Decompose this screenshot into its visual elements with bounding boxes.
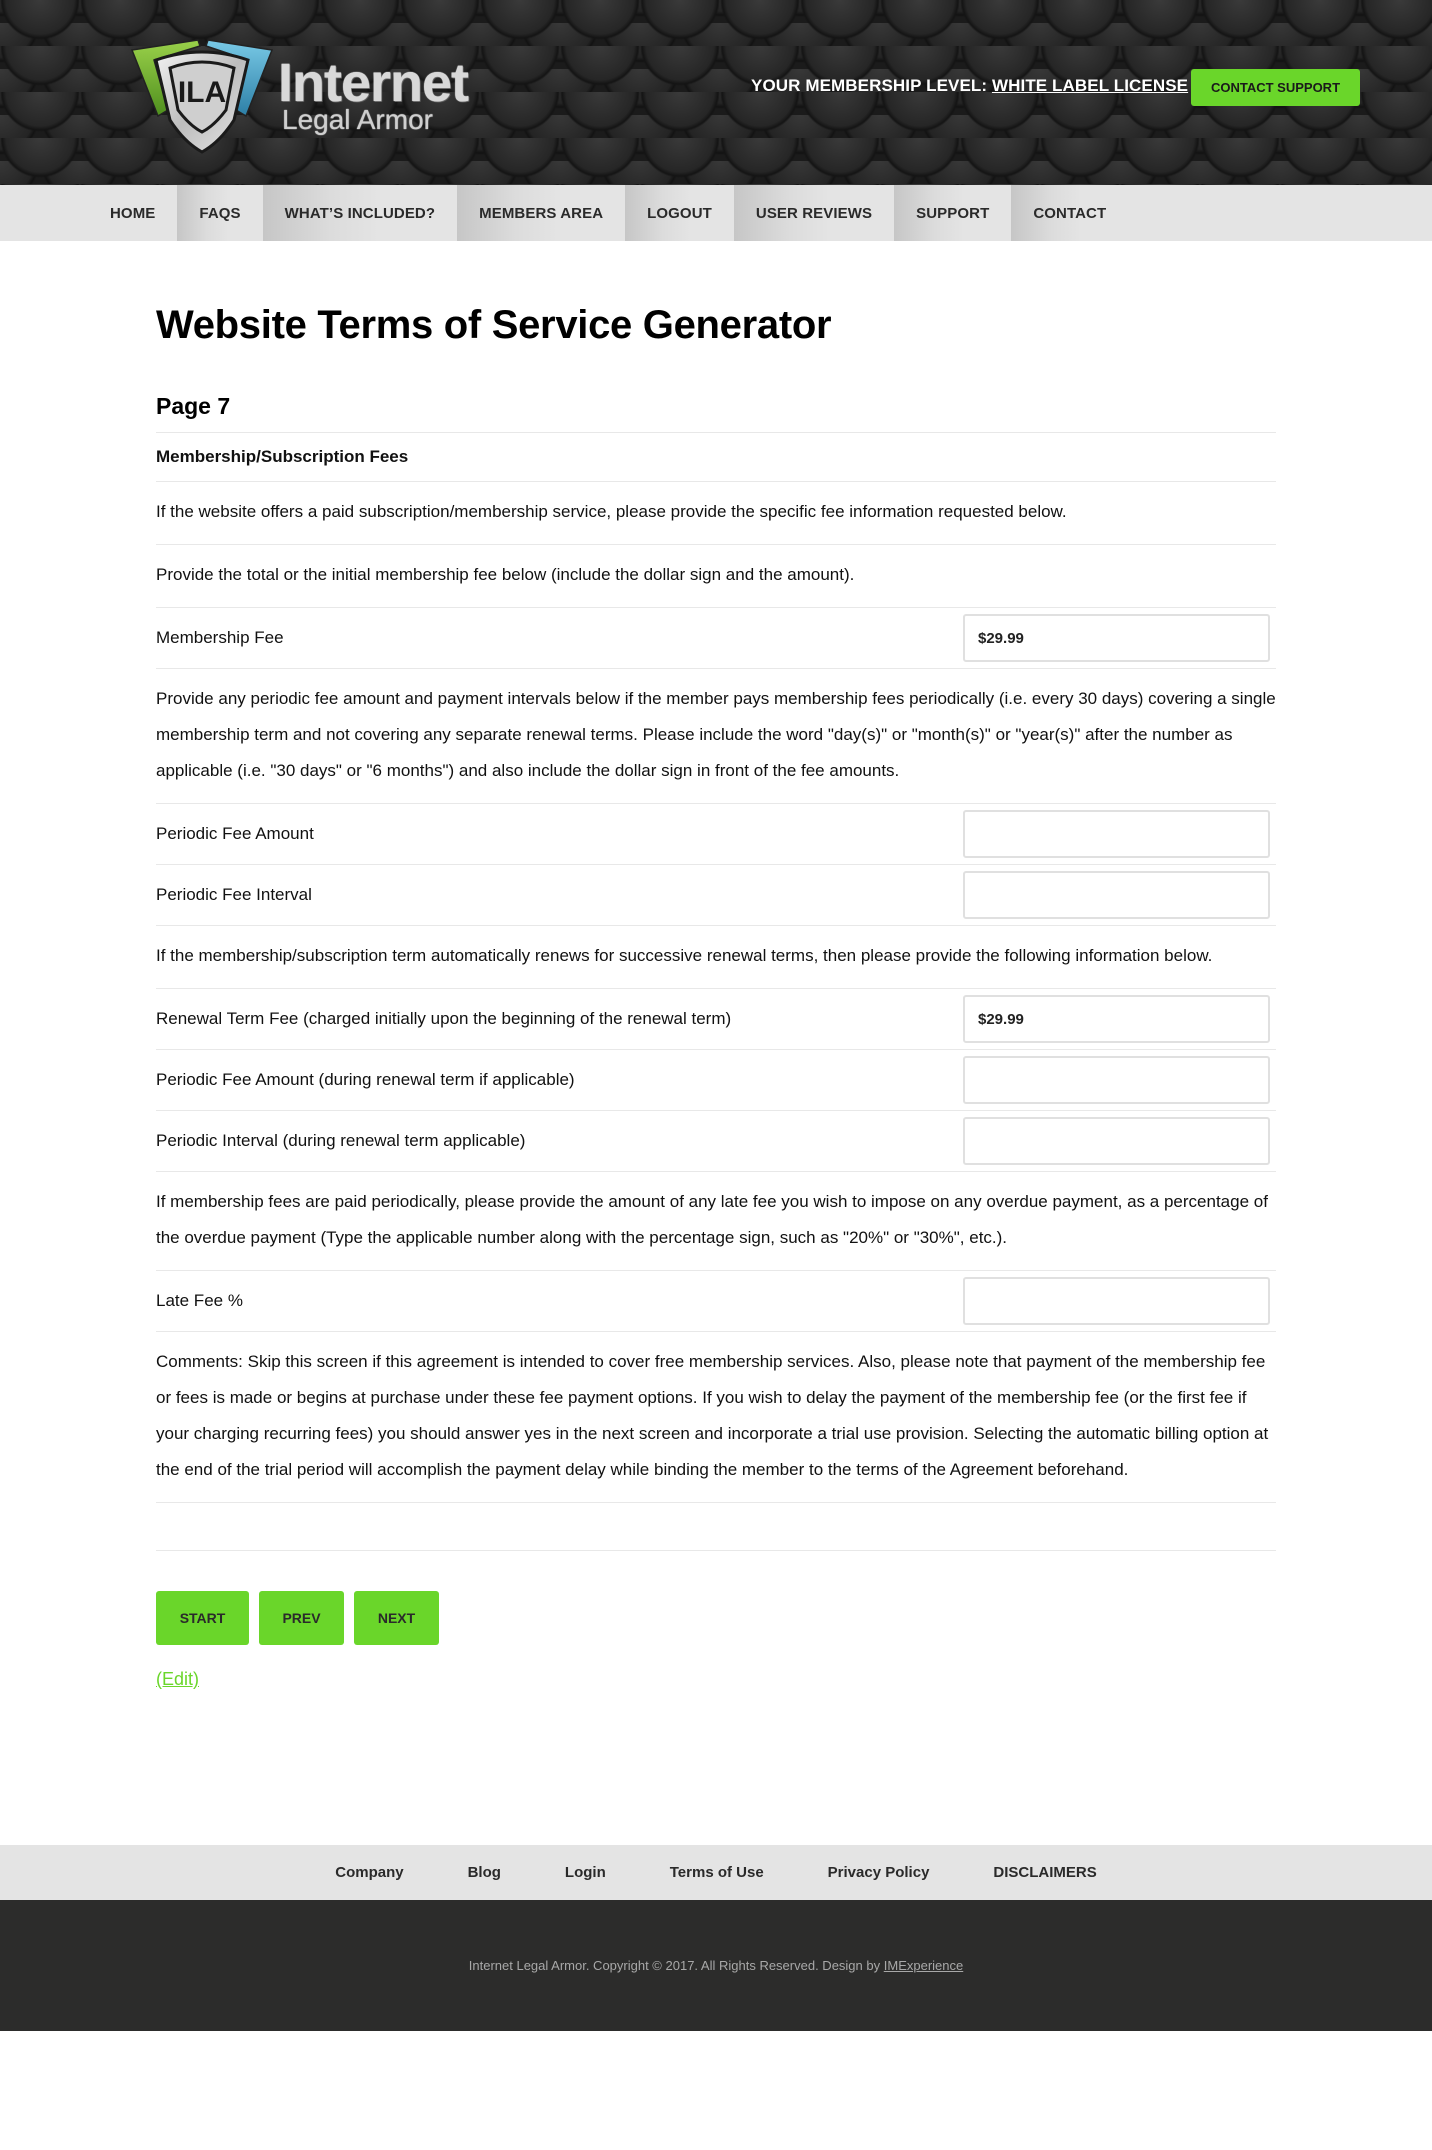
renewal-periodic-interval-input[interactable]	[963, 1117, 1270, 1165]
page-title: Website Terms of Service Generator	[156, 303, 832, 347]
membership-level: YOUR MEMBERSHIP LEVEL: WHITE LABEL LICEN…	[751, 76, 1188, 96]
renewal-term-fee-input[interactable]	[963, 995, 1270, 1043]
periodic-fee-amount-input[interactable]	[963, 810, 1270, 858]
nav-item-support[interactable]: SUPPORT	[894, 185, 1012, 241]
membership-level-link[interactable]: WHITE LABEL LICENSE	[992, 76, 1188, 95]
nav-item-whats-included[interactable]: WHAT’S INCLUDED?	[262, 185, 458, 241]
shield-logo-icon: ILA	[130, 39, 274, 154]
late-fee-input[interactable]	[963, 1277, 1270, 1325]
next-button[interactable]: NEXT	[354, 1591, 439, 1645]
renewal-term-fee-row: Renewal Term Fee (charged initially upon…	[156, 989, 1276, 1050]
page-number: Page 7	[156, 393, 1276, 433]
section-title: Membership/Subscription Fees	[156, 433, 1276, 482]
periodic-fee-amount-row: Periodic Fee Amount	[156, 804, 1276, 865]
footer-link-login[interactable]: Login	[533, 1864, 638, 1881]
membership-level-prefix: YOUR MEMBERSHIP LEVEL:	[751, 76, 988, 95]
nav-item-logout[interactable]: LOGOUT	[625, 185, 734, 241]
nav-item-home[interactable]: HOME	[88, 185, 178, 241]
late-fee-row: Late Fee %	[156, 1271, 1276, 1332]
prev-button[interactable]: PREV	[259, 1591, 344, 1645]
late-fee-instructions: If membership fees are paid periodically…	[156, 1172, 1276, 1271]
edit-link[interactable]: (Edit)	[156, 1669, 199, 1690]
footer-link-disclaimers[interactable]: DISCLAIMERS	[961, 1864, 1128, 1881]
periodic-fee-interval-input[interactable]	[963, 871, 1270, 919]
periodic-fee-amount-label: Periodic Fee Amount	[156, 824, 314, 843]
initial-fee-instructions: Provide the total or the initial members…	[156, 545, 1276, 608]
designer-link[interactable]: IMExperience	[884, 1958, 963, 1973]
renewal-periodic-fee-amount-row: Periodic Fee Amount (during renewal term…	[156, 1050, 1276, 1111]
renewal-periodic-fee-amount-label: Periodic Fee Amount (during renewal term…	[156, 1070, 575, 1089]
renewal-instructions: If the membership/subscription term auto…	[156, 926, 1276, 989]
site-logo[interactable]: ILA Internet Legal Armor	[130, 38, 469, 158]
site-header: ILA Internet Legal Armor YOUR MEMBERSHIP…	[0, 0, 1432, 185]
nav-item-members-area[interactable]: MEMBERS AREA	[457, 185, 626, 241]
svg-text:ILA: ILA	[178, 76, 226, 109]
logo-text-internet: Internet	[278, 53, 469, 113]
membership-fee-row: Membership Fee	[156, 608, 1276, 669]
periodic-fee-interval-row: Periodic Fee Interval	[156, 865, 1276, 926]
periodic-fee-interval-label: Periodic Fee Interval	[156, 885, 312, 904]
renewal-term-fee-label: Renewal Term Fee (charged initially upon…	[156, 1009, 732, 1028]
renewal-periodic-fee-amount-input[interactable]	[963, 1056, 1270, 1104]
renewal-periodic-interval-label: Periodic Interval (during renewal term a…	[156, 1131, 526, 1150]
intro-text: If the website offers a paid subscriptio…	[156, 482, 1276, 545]
main-nav: HOME FAQS WHAT’S INCLUDED? MEMBERS AREA …	[0, 185, 1432, 241]
membership-fee-input[interactable]	[963, 614, 1270, 662]
nav-item-faqs[interactable]: FAQS	[177, 185, 263, 241]
contact-support-button[interactable]: CONTACT SUPPORT	[1191, 69, 1360, 106]
renewal-periodic-interval-row: Periodic Interval (during renewal term a…	[156, 1111, 1276, 1172]
wizard-buttons: START PREV NEXT	[156, 1591, 1276, 1645]
nav-item-user-reviews[interactable]: USER REVIEWS	[733, 185, 895, 241]
start-button[interactable]: START	[156, 1591, 249, 1645]
nav-item-contact[interactable]: CONTACT	[1011, 185, 1129, 241]
late-fee-label: Late Fee %	[156, 1291, 243, 1310]
footer-link-company[interactable]: Company	[303, 1864, 435, 1881]
footer-copyright: Internet Legal Armor. Copyright © 2017. …	[0, 1900, 1432, 2031]
membership-fee-label: Membership Fee	[156, 628, 284, 647]
comments-text: Comments: Skip this screen if this agree…	[156, 1332, 1276, 1503]
logo-text-legal-armor: Legal Armor	[282, 104, 433, 135]
footer-link-blog[interactable]: Blog	[436, 1864, 533, 1881]
footer-link-terms-of-use[interactable]: Terms of Use	[638, 1864, 796, 1881]
footer-nav: Company Blog Login Terms of Use Privacy …	[0, 1845, 1432, 1900]
footer-link-privacy-policy[interactable]: Privacy Policy	[796, 1864, 962, 1881]
main-content: Website Terms of Service Generator Page …	[156, 241, 1276, 1690]
site-footer: Company Blog Login Terms of Use Privacy …	[0, 1845, 1432, 2031]
divider	[156, 1503, 1276, 1551]
periodic-fee-instructions: Provide any periodic fee amount and paym…	[156, 669, 1276, 804]
copyright-text: Internet Legal Armor. Copyright © 2017. …	[468, 1958, 881, 1973]
